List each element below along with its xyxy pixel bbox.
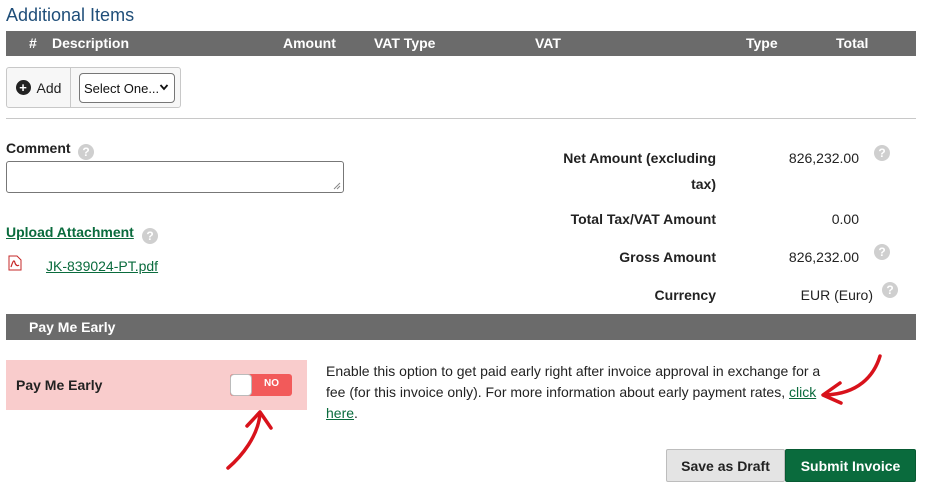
submit-invoice-button[interactable]: Submit Invoice xyxy=(785,449,916,482)
plus-circle-icon: + xyxy=(15,80,31,95)
item-type-select-value: Select One... xyxy=(84,80,160,96)
toggle-state-text: NO xyxy=(264,378,279,389)
additional-items-table-header: # Description Amount VAT Type VAT Type T… xyxy=(6,31,916,56)
pay-me-early-toggle[interactable]: NO xyxy=(230,374,292,396)
item-type-select[interactable]: Select One... xyxy=(79,73,175,103)
col-amount: Amount xyxy=(283,35,336,51)
col-total: Total xyxy=(836,35,869,51)
tax-amount-label: Total Tax/VAT Amount xyxy=(570,211,716,227)
currency-value: EUR (Euro) xyxy=(800,287,873,303)
net-amount-value: 826,232.00 xyxy=(788,150,859,166)
net-amount-help-icon[interactable]: ? xyxy=(874,145,890,161)
gross-amount-label: Gross Amount xyxy=(619,249,716,265)
early-payment-rates-link[interactable]: click xyxy=(789,384,816,400)
col-vat: VAT xyxy=(535,35,561,51)
add-item-button[interactable]: + Add xyxy=(7,68,71,107)
info-period: . xyxy=(354,405,358,421)
col-vat-type: VAT Type xyxy=(374,35,436,51)
comment-label: Comment xyxy=(6,140,71,156)
comment-textarea[interactable] xyxy=(6,161,344,193)
toggle-knob xyxy=(230,374,252,396)
net-amount-label: Net Amount (excluding xyxy=(563,150,716,166)
resize-grip-icon xyxy=(333,182,341,190)
comment-help-icon[interactable]: ? xyxy=(78,144,94,160)
upload-attachment-link[interactable]: Upload Attachment xyxy=(6,224,134,240)
chevron-down-icon xyxy=(159,84,169,91)
pay-me-early-box: Pay Me Early NO xyxy=(6,360,307,410)
pay-me-early-label: Pay Me Early xyxy=(16,377,103,393)
net-amount-label-cont: tax) xyxy=(691,176,716,192)
pdf-icon xyxy=(8,255,22,271)
add-item-label: Add xyxy=(36,79,62,96)
col-description: Description xyxy=(52,35,130,51)
annotation-arrow-icon xyxy=(821,354,882,405)
gross-amount-help-icon[interactable]: ? xyxy=(874,244,890,260)
col-type: Type xyxy=(746,35,778,51)
pay-me-early-info: Enable this option to get paid early rig… xyxy=(326,361,826,424)
add-item-control: + Add Select One... xyxy=(6,67,181,108)
annotation-arrow-icon xyxy=(226,410,273,470)
early-payment-rates-link-cont[interactable]: here xyxy=(326,405,354,421)
pay-me-early-header: Pay Me Early xyxy=(6,314,916,340)
currency-help-icon[interactable]: ? xyxy=(882,282,898,298)
pay-me-early-info-text: Enable this option to get paid early rig… xyxy=(326,363,821,400)
additional-items-title: Additional Items xyxy=(6,5,135,25)
tax-amount-value: 0.00 xyxy=(831,211,859,227)
upload-help-icon[interactable]: ? xyxy=(142,228,158,244)
attachment-file-link[interactable]: JK-839024-PT.pdf xyxy=(46,258,158,274)
section-divider xyxy=(6,118,916,119)
col-number: # xyxy=(29,35,37,51)
save-as-draft-button[interactable]: Save as Draft xyxy=(666,449,785,482)
gross-amount-value: 826,232.00 xyxy=(788,249,859,265)
currency-label: Currency xyxy=(654,287,716,303)
